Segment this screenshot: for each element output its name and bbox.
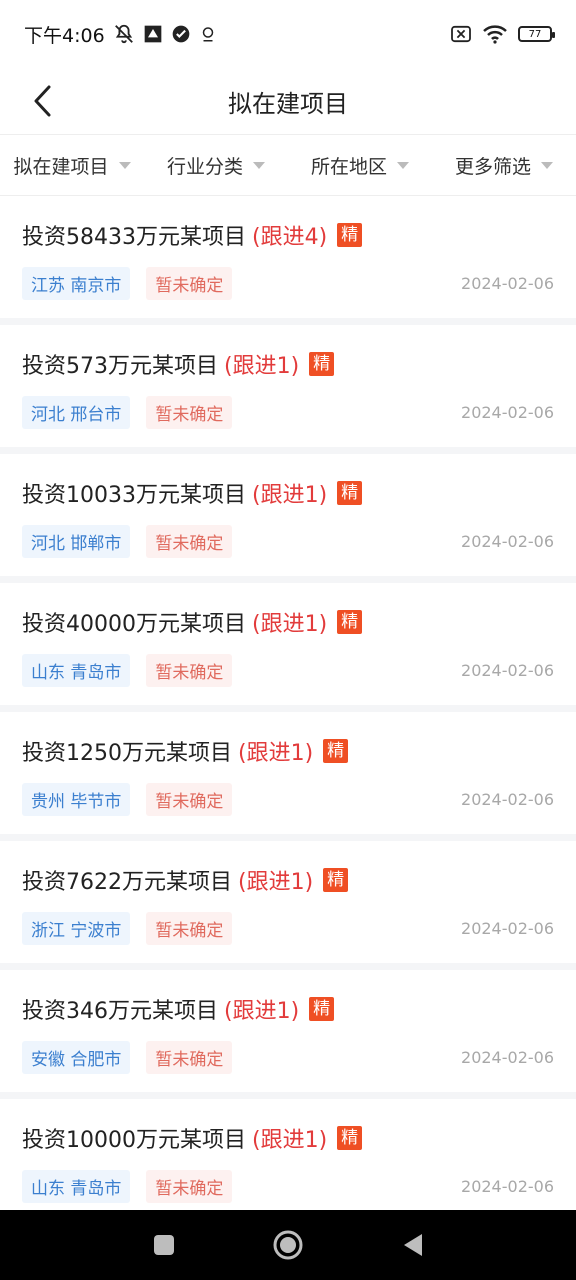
caret-down-icon: [118, 161, 131, 169]
list-item[interactable]: 投资10000万元某项目 (跟进1) 精 山东 青岛市 暂未确定 2024-02…: [0, 1099, 576, 1221]
home-icon: [273, 1230, 303, 1260]
item-date: 2024-02-06: [461, 919, 554, 938]
battery-icon: 77: [518, 26, 555, 42]
item-date: 2024-02-06: [461, 403, 554, 422]
list-item[interactable]: 投资10033万元某项目 (跟进1) 精 河北 邯郸市 暂未确定 2024-02…: [0, 454, 576, 576]
caret-down-icon: [541, 161, 553, 169]
region-tag: 山东 青岛市: [22, 654, 131, 687]
item-follow-count: (跟进1): [252, 612, 328, 637]
recents-button[interactable]: [134, 1215, 194, 1275]
status-tag: 暂未确定: [146, 654, 233, 687]
list-item[interactable]: 投资58433万元某项目 (跟进4) 精 江苏 南京市 暂未确定 2024-02…: [0, 196, 576, 318]
page-title: 拟在建项目: [228, 89, 348, 118]
region-tag: 河北 邢台市: [22, 396, 131, 429]
item-follow-count: (跟进1): [224, 354, 300, 379]
status-tag: 暂未确定: [146, 1041, 233, 1074]
system-back-button[interactable]: [382, 1215, 442, 1275]
region-tag: 河北 邯郸市: [22, 525, 131, 558]
premium-badge: 精: [337, 610, 363, 634]
item-follow-count: (跟进1): [238, 741, 314, 766]
item-follow-count: (跟进1): [238, 870, 314, 895]
item-date: 2024-02-06: [461, 1177, 554, 1196]
item-follow-count: (跟进4): [252, 225, 328, 250]
premium-badge: 精: [337, 223, 363, 247]
region-tag: 山东 青岛市: [22, 1170, 131, 1203]
status-tag: 暂未确定: [146, 912, 233, 945]
item-date: 2024-02-06: [461, 790, 554, 809]
mute-icon: [113, 23, 135, 45]
item-title: 投资40000万元某项目: [22, 612, 246, 637]
filter-bar: 拟在建项目 行业分类 所在地区 更多筛选: [0, 134, 576, 196]
list-item[interactable]: 投资7622万元某项目 (跟进1) 精 浙江 宁波市 暂未确定 2024-02-…: [0, 841, 576, 963]
status-time: 下午4:06: [24, 24, 105, 47]
item-title: 投资10000万元某项目: [22, 1128, 246, 1153]
region-tag: 安徽 合肥市: [22, 1041, 131, 1074]
region-tag: 江苏 南京市: [22, 267, 131, 300]
item-title: 投资346万元某项目: [22, 999, 218, 1024]
filter-industry[interactable]: 行业分类: [144, 152, 288, 179]
item-title: 投资1250万元某项目: [22, 741, 232, 766]
home-button[interactable]: [258, 1215, 318, 1275]
item-title: 投资10033万元某项目: [22, 483, 246, 508]
wifi-icon: [482, 24, 508, 44]
list-item[interactable]: 投资40000万元某项目 (跟进1) 精 山东 青岛市 暂未确定 2024-02…: [0, 583, 576, 705]
caret-down-icon: [253, 161, 265, 169]
item-follow-count: (跟进1): [252, 1128, 328, 1153]
item-title: 投资7622万元某项目: [22, 870, 232, 895]
chevron-left-icon: [34, 85, 51, 117]
check-circle-icon: [171, 24, 191, 44]
system-nav-bar: [0, 1210, 576, 1280]
back-button[interactable]: [22, 78, 62, 124]
item-follow-count: (跟进1): [252, 483, 328, 508]
recents-icon: [154, 1235, 174, 1255]
item-title: 投资58433万元某项目: [22, 225, 246, 250]
premium-badge: 精: [337, 481, 363, 505]
list-item[interactable]: 投资346万元某项目 (跟进1) 精 安徽 合肥市 暂未确定 2024-02-0…: [0, 970, 576, 1092]
battery-level: 77: [528, 28, 542, 40]
filter-region[interactable]: 所在地区: [288, 152, 432, 179]
sim-off-icon: [450, 25, 472, 43]
status-tag: 暂未确定: [146, 783, 233, 816]
filter-project-type[interactable]: 拟在建项目: [0, 152, 144, 179]
status-tag: 暂未确定: [146, 396, 233, 429]
location-icon: [199, 24, 217, 44]
item-date: 2024-02-06: [461, 274, 554, 293]
premium-badge: 精: [309, 997, 335, 1021]
caret-down-icon: [397, 161, 409, 169]
item-date: 2024-02-06: [461, 661, 554, 680]
item-follow-count: (跟进1): [224, 999, 300, 1024]
filter-label: 所在地区: [310, 155, 387, 178]
item-date: 2024-02-06: [461, 1048, 554, 1067]
nav-bar: 拟在建项目: [0, 68, 576, 134]
premium-badge: 精: [323, 739, 349, 763]
list-item[interactable]: 投资573万元某项目 (跟进1) 精 河北 邢台市 暂未确定 2024-02-0…: [0, 325, 576, 447]
item-title: 投资573万元某项目: [22, 354, 218, 379]
premium-badge: 精: [309, 352, 335, 376]
project-list: 投资58433万元某项目 (跟进4) 精 江苏 南京市 暂未确定 2024-02…: [0, 196, 576, 1228]
premium-badge: 精: [323, 868, 349, 892]
filter-more[interactable]: 更多筛选: [432, 152, 576, 179]
status-bar: 下午4:06 77: [0, 0, 576, 68]
list-item[interactable]: 投资1250万元某项目 (跟进1) 精 贵州 毕节市 暂未确定 2024-02-…: [0, 712, 576, 834]
status-tag: 暂未确定: [146, 267, 233, 300]
filter-label: 更多筛选: [454, 155, 531, 178]
filter-label: 行业分类: [166, 155, 243, 178]
region-tag: 贵州 毕节市: [22, 783, 131, 816]
back-icon: [404, 1234, 422, 1256]
region-tag: 浙江 宁波市: [22, 912, 131, 945]
filter-label: 拟在建项目: [13, 155, 109, 178]
app-icon: [143, 24, 163, 44]
premium-badge: 精: [337, 1126, 363, 1150]
status-tag: 暂未确定: [146, 525, 233, 558]
status-tag: 暂未确定: [146, 1170, 233, 1203]
item-date: 2024-02-06: [461, 532, 554, 551]
